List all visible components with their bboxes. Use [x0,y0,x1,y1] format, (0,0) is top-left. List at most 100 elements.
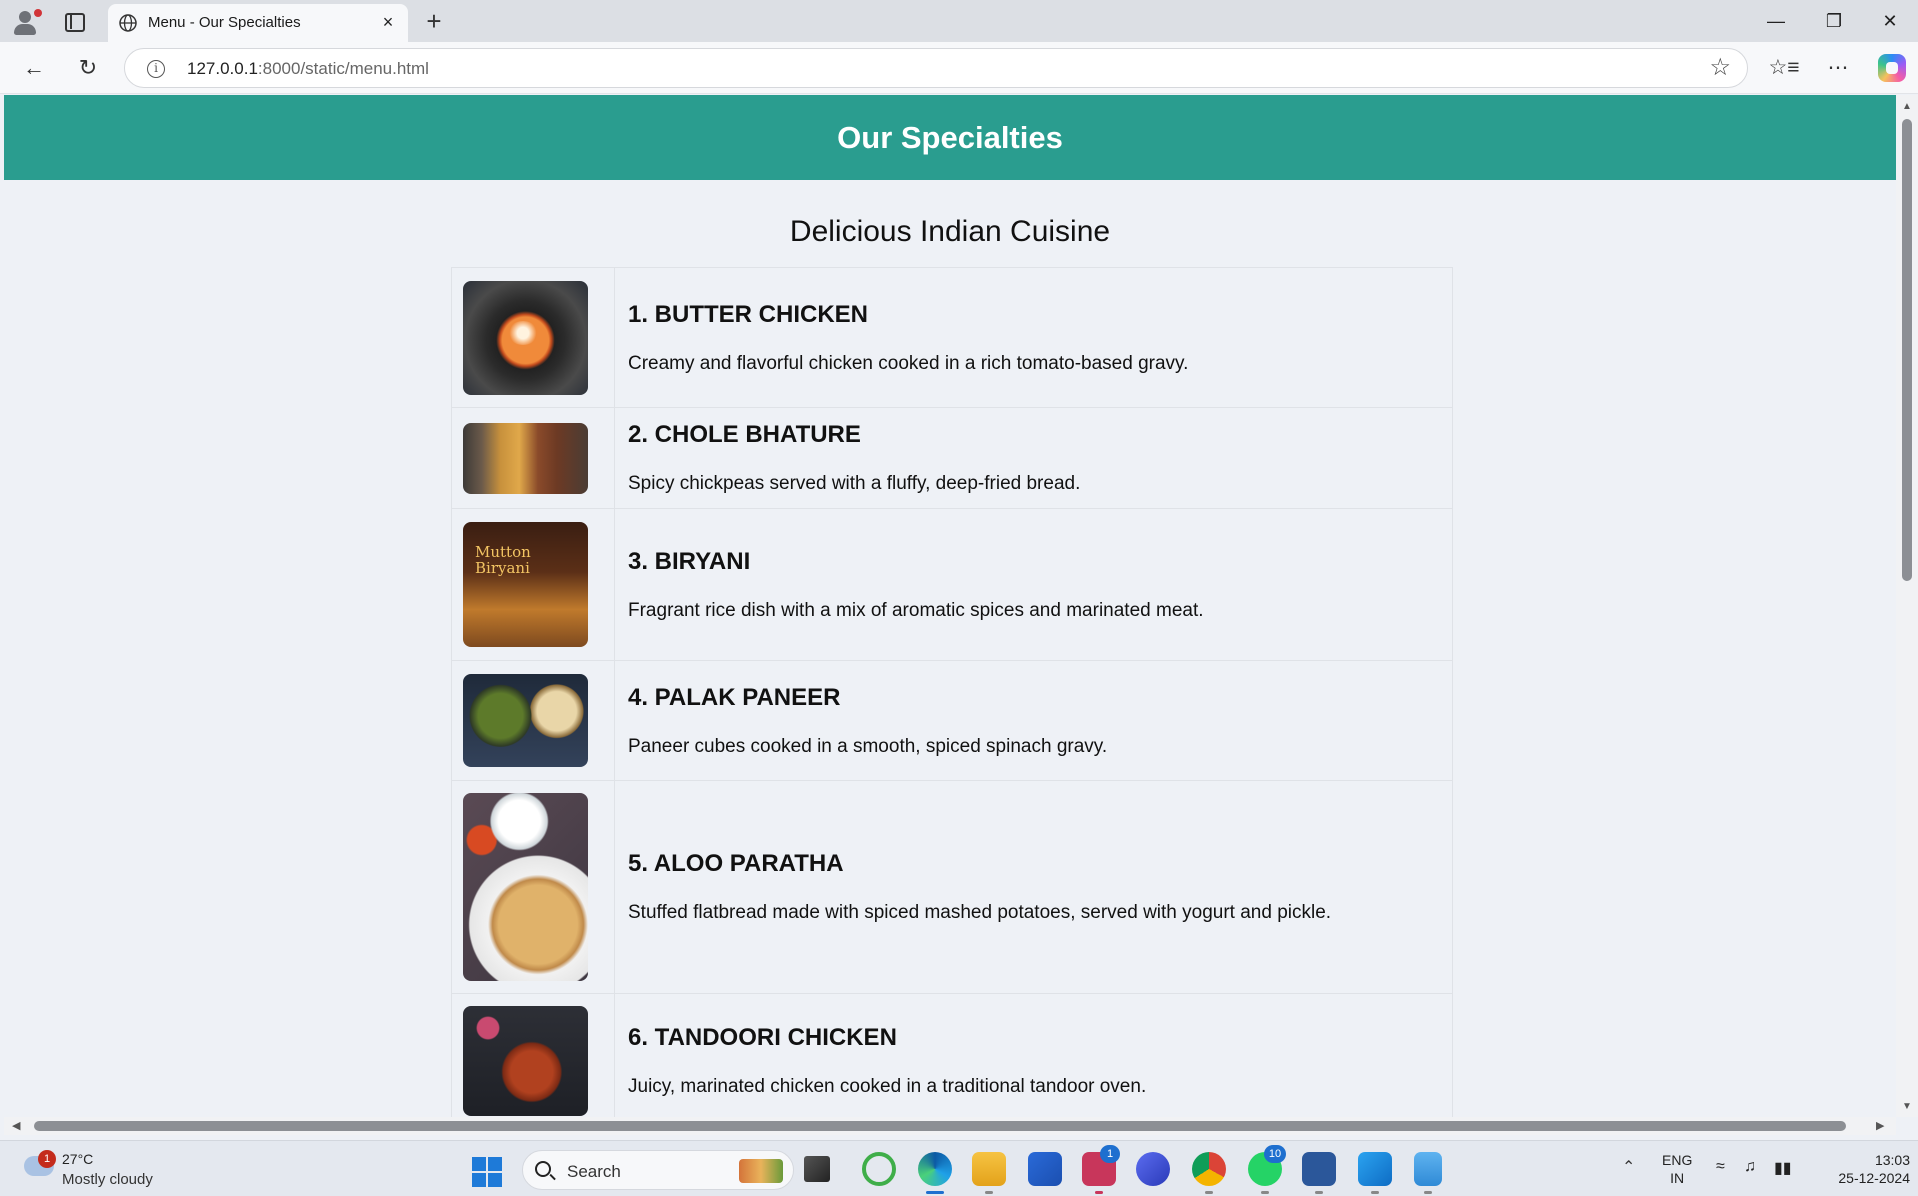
chrome-indicator [1205,1191,1213,1194]
horizontal-scroll-thumb[interactable] [34,1121,1846,1131]
tab-title: Menu - Our Specialties [148,14,301,31]
refresh-app-icon[interactable] [862,1152,896,1186]
globe-icon [119,14,137,32]
edge-active-indicator [926,1191,944,1194]
profile-icon[interactable] [10,7,42,37]
close-window-button[interactable]: ✕ [1870,6,1910,36]
tab-actions-icon[interactable] [62,11,86,32]
scroll-down-icon[interactable]: ▼ [1902,1101,1912,1112]
lens-badge: 1 [1100,1145,1120,1163]
dish-description: Paneer cubes cooked in a smooth, spiced … [628,735,1108,757]
menu-image-cell [451,780,615,994]
taskbar-search[interactable]: Search [522,1150,794,1190]
weather-description: Mostly cloudy [62,1171,153,1188]
notepad-indicator [1424,1191,1432,1194]
browser-toolbar: ← ↻ i 127.0.0.1:8000/static/menu.html ☆ … [0,42,1918,94]
dish-name: 1. BUTTER CHICKEN [628,300,869,328]
file-explorer-icon[interactable] [972,1152,1006,1186]
dish-name: 2. CHOLE BHATURE [628,421,861,448]
new-tab-button[interactable]: + [420,8,448,36]
system-clock[interactable]: 13:03 25-12-2024 [1814,1151,1910,1187]
menu-text-cell: 4. PALAK PANEER Paneer cubes cooked in a… [614,660,1453,781]
volume-icon[interactable]: ♫ [1744,1158,1756,1176]
url-text[interactable]: 127.0.0.1:8000/static/menu.html [187,59,429,79]
dish-description: Creamy and flavorful chicken cooked in a… [628,352,1189,374]
store-icon[interactable] [1028,1152,1062,1186]
notepad-icon[interactable] [1414,1152,1442,1186]
menu-image-cell [451,660,615,781]
search-icon [535,1161,551,1177]
vertical-scroll-thumb[interactable] [1902,119,1912,581]
menu-text-cell: 2. CHOLE BHATURE Spicy chickpeas served … [614,407,1453,509]
address-bar[interactable]: i 127.0.0.1:8000/static/menu.html ☆ [124,48,1748,88]
region-code: IN [1670,1170,1685,1186]
browser-tab-active[interactable]: Menu - Our Specialties × [108,4,408,42]
butter-chicken-image [463,280,588,395]
restore-button[interactable]: ❐ [1814,6,1854,36]
star-icon[interactable]: ☆ [1709,55,1731,81]
weather-badge: 1 [38,1150,56,1168]
aloo-paratha-image [463,793,588,981]
biryani-image: Mutton Biryani [463,522,588,647]
menu-table: 1. BUTTER CHICKEN Creamy and flavorful c… [451,267,1453,1117]
dish-name: 5. ALOO PARATHA [628,850,844,877]
scroll-left-icon[interactable]: ◀ [12,1119,20,1132]
menu-row: 6. TANDOORI CHICKEN Juicy, marinated chi… [451,993,1453,1117]
explorer-indicator [985,1191,993,1194]
wifi-icon[interactable]: ≈ [1716,1158,1725,1176]
vscode-icon[interactable] [1358,1152,1392,1186]
taskbar: 1 27°C Mostly cloudy Search 1 10 ⌃ ENG I… [0,1140,1918,1196]
search-highlight-icon [739,1159,783,1183]
whatsapp-badge: 10 [1264,1145,1286,1163]
close-tab-icon[interactable]: × [376,10,400,34]
menu-text-cell: 6. TANDOORI CHICKEN Juicy, marinated chi… [614,993,1453,1117]
dish-description: Fragrant rice dish with a mix of aromati… [628,599,1204,621]
menu-image-cell [451,993,615,1117]
dish-description: Juicy, marinated chicken cooked in a tra… [628,1076,1147,1097]
tab-strip: Menu - Our Specialties × + — ❐ ✕ [0,0,1918,42]
back-arrow-icon[interactable]: ← [18,52,50,84]
language-code: ENG [1662,1152,1693,1168]
word-indicator [1315,1191,1323,1194]
dish-name: 6. TANDOORI CHICKEN [628,1024,897,1051]
dish-description: Spicy chickpeas served with a fluffy, de… [628,473,1081,494]
menu-text-cell: 1. BUTTER CHICKEN Creamy and flavorful c… [614,267,1453,408]
site-header: Our Specialties [4,95,1896,180]
section-title: Delicious Indian Cuisine [789,215,1111,248]
word-icon[interactable] [1302,1152,1336,1186]
horizontal-scrollbar[interactable]: ◀ ▶ [4,1117,1896,1135]
favorites-icon[interactable]: ☆≡ [1768,52,1800,84]
menu-row: 2. CHOLE BHATURE Spicy chickpeas served … [451,407,1453,509]
clock-time: 13:03 [1874,1152,1910,1168]
biryani-image-text: Mutton Biryani [475,543,531,577]
language-indicator[interactable]: ENG IN [1662,1151,1692,1187]
menu-text-cell: 5. ALOO PARATHA Stuffed flatbread made w… [614,780,1453,994]
dish-name: 3. BIRYANI [628,547,751,575]
clock-date: 25-12-2024 [1838,1170,1910,1186]
chevron-up-icon[interactable]: ⌃ [1622,1157,1635,1177]
info-icon[interactable]: i [147,60,165,78]
minimize-button[interactable]: — [1756,6,1796,36]
menu-text-cell: 3. BIRYANI Fragrant rice dish with a mix… [614,508,1453,661]
scroll-right-icon[interactable]: ▶ [1876,1119,1884,1132]
reload-icon[interactable]: ↻ [72,52,104,84]
windows-start-icon[interactable] [472,1157,502,1187]
battery-icon[interactable]: ▮▮ [1774,1158,1792,1178]
task-view-icon[interactable] [804,1156,830,1182]
edge-browser-icon[interactable] [918,1152,952,1186]
dish-description: Stuffed flatbread made with spiced mashe… [628,902,1332,923]
menu-row: 4. PALAK PANEER Paneer cubes cooked in a… [451,660,1453,781]
copilot-icon[interactable] [1878,54,1906,82]
page-viewport: Our Specialties Delicious Indian Cuisine… [4,95,1896,1117]
scroll-up-icon[interactable]: ▲ [1902,101,1912,112]
palak-paneer-image [463,674,588,767]
url-path: :8000/static/menu.html [257,59,429,78]
tandoori-chicken-image [463,1006,588,1116]
more-icon[interactable]: ⋯ [1822,52,1854,84]
vertical-scrollbar[interactable]: ▲ ▼ [1896,95,1918,1117]
menu-image-cell [451,267,615,408]
chrome-icon[interactable] [1192,1152,1226,1186]
menu-row: 1. BUTTER CHICKEN Creamy and flavorful c… [451,267,1453,408]
weather-temperature: 27°C [62,1151,94,1167]
arc-app-icon[interactable] [1136,1152,1170,1186]
